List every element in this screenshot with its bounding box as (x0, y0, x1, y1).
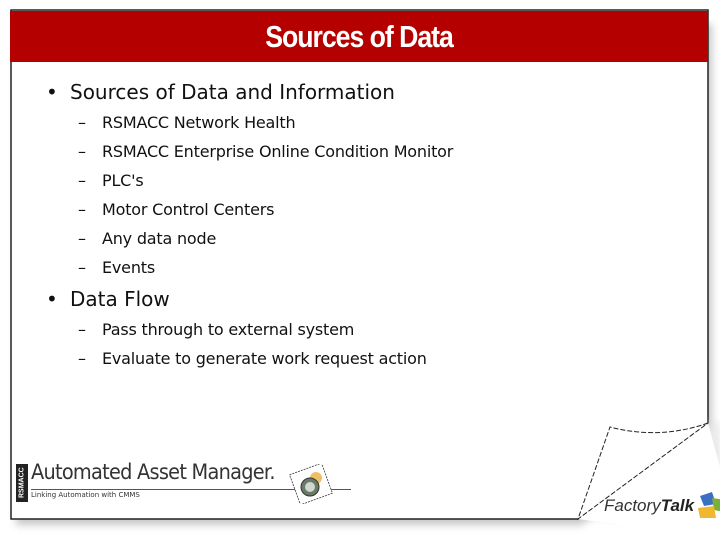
sub-item: – RSMACC Network Health (78, 113, 296, 132)
automated-asset-manager-logo: RSMACC Automated Asset Manager. Linking … (16, 460, 351, 504)
globe-stamp-icon (289, 464, 333, 504)
bullet-marker: • (46, 80, 58, 104)
bullet-data-flow: • Data Flow (46, 287, 170, 311)
factorytalk-logo: FactoryTalk (604, 492, 720, 526)
sub-item: – Any data node (78, 229, 217, 248)
factorytalk-swirl-icon (698, 492, 720, 518)
bullet-sources: • Sources of Data and Information (46, 80, 395, 104)
title-bar: Sources of Data (10, 11, 708, 62)
aam-subtitle: Linking Automation with CMMS (31, 491, 140, 499)
sub-item: – Events (78, 258, 155, 277)
sub-item: – Motor Control Centers (78, 200, 275, 219)
bullet-marker: • (46, 287, 58, 311)
slide-title: Sources of Data (265, 18, 454, 54)
sub-item: – PLC's (78, 171, 144, 190)
aam-title: Automated Asset Manager. (31, 460, 275, 484)
sub-item: – Pass through to external system (78, 320, 355, 339)
sub-item: – Evaluate to generate work request actio… (78, 349, 427, 368)
rsmacc-badge: RSMACC (16, 464, 28, 502)
sub-item: – RSMACC Enterprise Online Condition Moni… (78, 142, 454, 161)
